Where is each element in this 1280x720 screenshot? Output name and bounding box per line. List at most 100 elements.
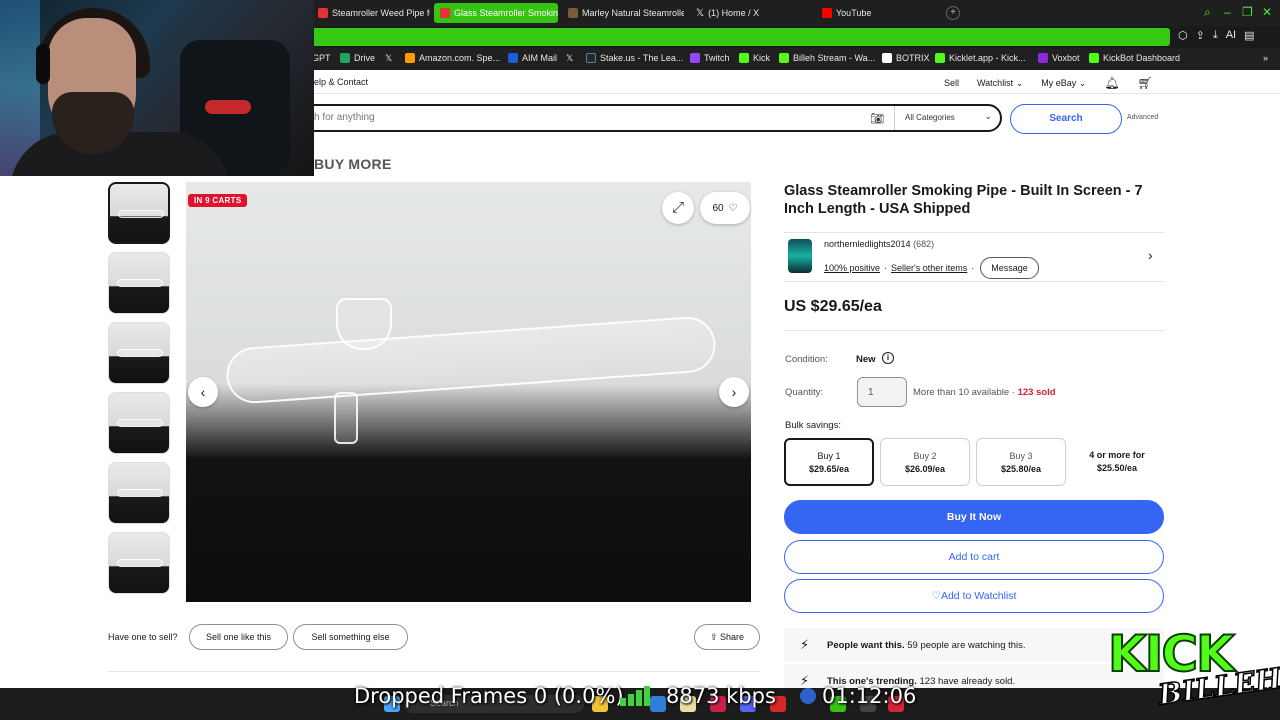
tab-steamroller-weed-pipe[interactable]: Steamroller Weed Pipe for — [312, 3, 430, 23]
shopping-cart-icon[interactable]: 🛒︎ — [1138, 76, 1153, 90]
recording-indicator-icon — [800, 688, 816, 704]
tab-label: YouTube — [836, 8, 872, 18]
advanced-search-link[interactable]: Advanced — [1127, 114, 1158, 121]
bulk-option-buy-2[interactable]: Buy 2 $26.09/ea — [880, 438, 970, 486]
add-to-cart-button[interactable]: Add to cart — [784, 540, 1164, 574]
x-logo-icon: 𝕏 — [385, 53, 393, 63]
quantity-label: Quantity: — [785, 387, 824, 398]
quantity-input[interactable]: 1 — [857, 377, 907, 407]
search-input[interactable] — [314, 112, 854, 123]
thumbnail-3[interactable] — [108, 322, 170, 384]
tab-glass-steamroller[interactable]: Glass Steamroller Smokin — [434, 3, 558, 23]
availability-text: More than 10 available · 123 sold — [913, 387, 1056, 398]
aim-icon — [508, 53, 518, 63]
tab-youtube[interactable]: YouTube — [816, 3, 936, 23]
x-logo-icon: 𝕏 — [696, 7, 705, 19]
help-contact-link[interactable]: elp & Contact — [314, 77, 368, 87]
info-icon[interactable]: i — [882, 352, 894, 364]
expand-image-icon[interactable]: ⤢ — [662, 192, 694, 224]
bookmark-stake[interactable]: Stake.us - The Lea... — [586, 53, 683, 63]
share-icon[interactable]: ⇪ — [1196, 29, 1205, 42]
my-ebay-menu[interactable]: My eBay ⌄ — [1041, 78, 1086, 89]
next-image-arrow-icon[interactable]: › — [719, 377, 749, 407]
kick-icon — [779, 53, 789, 63]
chair-logo — [205, 100, 251, 114]
sidebar-icon[interactable]: ▤ — [1244, 29, 1254, 42]
address-field[interactable] — [310, 28, 1170, 46]
pipe-tube — [224, 314, 718, 406]
bookmark-x[interactable]: 𝕏 — [385, 53, 392, 64]
previous-image-arrow-icon[interactable]: ‹ — [188, 377, 218, 407]
thumbnail-6[interactable] — [108, 532, 170, 594]
notifications-bell-icon[interactable]: 🔔︎ — [1104, 76, 1119, 90]
bookmark-amazon[interactable]: Amazon.com. Spe... — [405, 53, 500, 63]
positive-feedback-link[interactable]: 100% positive — [824, 263, 880, 273]
chevron-down-icon: ⌄ — [1015, 77, 1024, 88]
bulk-option-buy-4-plus[interactable]: 4 or more for $25.50/ea — [1072, 438, 1162, 486]
bookmark-aim-mail[interactable]: AIM Mail — [508, 53, 557, 63]
chevron-right-icon[interactable]: › — [1148, 247, 1153, 263]
bookmark-drive[interactable]: Drive — [340, 53, 375, 63]
ai-icon[interactable]: AI — [1226, 29, 1236, 42]
botrix-icon — [882, 53, 892, 63]
thumbnail-5[interactable] — [108, 462, 170, 524]
stake-icon — [586, 53, 596, 63]
watchlist-menu[interactable]: Watchlist ⌄ — [977, 78, 1023, 89]
youtube-favicon-icon — [822, 8, 832, 18]
bookmark-twitch[interactable]: Twitch — [690, 53, 730, 63]
sell-something-else-button[interactable]: Sell something else — [293, 624, 408, 650]
bookmark-kick[interactable]: Kick — [739, 53, 770, 63]
watch-count-button[interactable]: 60 ♡ — [700, 192, 750, 224]
seller-card[interactable]: northernledlights2014 (682) 100% positiv… — [784, 232, 1164, 282]
tab-label: Steamroller Weed Pipe for — [332, 8, 430, 18]
bookmark-gpt[interactable]: GPT — [312, 53, 331, 63]
sell-one-like-this-button[interactable]: Sell one like this — [189, 624, 288, 650]
message-seller-button[interactable]: Message — [980, 257, 1039, 279]
thumbnail-4[interactable] — [108, 392, 170, 454]
chevron-down-icon: ⌄ — [1078, 77, 1087, 88]
divider — [108, 671, 760, 672]
app-icon[interactable] — [650, 696, 666, 712]
main-product-image[interactable] — [186, 182, 751, 602]
thumbnail-1[interactable] — [108, 182, 170, 244]
seller-name[interactable]: northernledlights2014 (682) — [824, 239, 934, 249]
new-tab-button[interactable]: + — [946, 6, 960, 20]
camera-search-icon[interactable]: 📷︎ — [870, 112, 884, 125]
close-icon[interactable]: ✕ — [1262, 5, 1272, 19]
in-carts-badge: IN 9 CARTS — [188, 194, 248, 207]
bulk-option-buy-3[interactable]: Buy 3 $25.80/ea — [976, 438, 1066, 486]
ebay-favicon-icon — [318, 8, 328, 18]
category-select[interactable]: All Categories ⌄ — [894, 106, 1000, 130]
buy-it-now-button[interactable]: Buy It Now — [784, 500, 1164, 534]
bookmark-x-2[interactable]: 𝕏 — [566, 53, 573, 64]
sell-link[interactable]: Sell — [944, 78, 959, 88]
seller-avatar — [788, 239, 812, 273]
search-button[interactable]: Search — [1010, 104, 1122, 134]
bookmark-kicklet[interactable]: Kicklet.app - Kick... — [935, 53, 1026, 63]
bookmark-billeh-stream[interactable]: Billeh Stream - Wa... — [779, 53, 875, 63]
share-icon: ⇪ — [709, 632, 718, 642]
add-to-watchlist-button[interactable]: ♡Add to Watchlist — [784, 579, 1164, 613]
maximize-icon[interactable]: ❐ — [1242, 5, 1253, 19]
bulk-option-buy-1[interactable]: Buy 1 $29.65/ea — [784, 438, 874, 486]
search-icon[interactable]: ⌕ — [1204, 5, 1211, 20]
tab-marley-natural[interactable]: Marley Natural Steamroller — [562, 3, 684, 23]
download-icon[interactable]: ⤓ — [1213, 29, 1218, 42]
sell-prompt: Have one to sell? — [108, 632, 178, 642]
bookmark-voxbot[interactable]: Voxbot — [1038, 53, 1080, 63]
tab-x-home[interactable]: 𝕏 (1) Home / X — [690, 3, 810, 23]
bookmark-botrix[interactable]: BOTRIX — [882, 53, 930, 63]
kicklet-icon — [935, 53, 945, 63]
extensions-icon[interactable]: ⬡ — [1178, 29, 1188, 42]
more-bookmarks-icon[interactable]: » — [1263, 53, 1268, 63]
minimize-icon[interactable]: – — [1224, 5, 1231, 19]
heart-icon: ♡ — [728, 202, 738, 214]
pipe-bowl — [336, 298, 392, 350]
webcam-overlay — [0, 0, 314, 176]
heart-icon: ♡ — [931, 590, 941, 602]
seller-other-items-link[interactable]: Seller's other items — [891, 263, 967, 273]
bookmark-kickbot[interactable]: KickBot Dashboard — [1089, 53, 1180, 63]
pipe-carb — [334, 392, 358, 444]
thumbnail-2[interactable] — [108, 252, 170, 314]
share-button[interactable]: ⇪ Share — [694, 624, 760, 650]
